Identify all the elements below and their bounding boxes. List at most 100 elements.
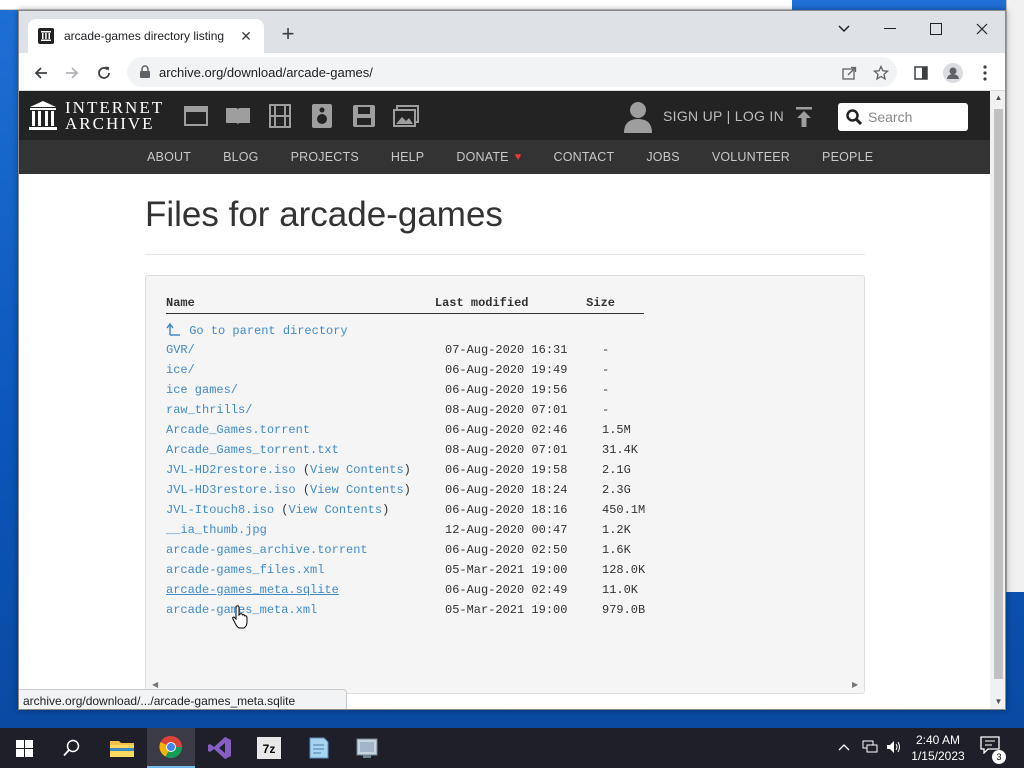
search-input[interactable] — [868, 109, 958, 125]
paren-close: ) — [382, 503, 390, 517]
vertical-scrollbar[interactable]: ▲ ▼ — [990, 91, 1005, 709]
last-modified-cell: 06-Aug-2020 19:56 — [445, 383, 568, 397]
file-link[interactable]: ice games/ — [166, 383, 238, 397]
table-row: JVL-HD2restore.iso (View Contents) 06-Aug… — [166, 460, 662, 480]
file-link[interactable]: arcade-games_archive.torrent — [166, 543, 368, 557]
scroll-right-arrow-icon[interactable]: ▶ — [852, 680, 858, 689]
lock-icon — [139, 65, 151, 79]
file-link[interactable]: __ia_thumb.jpg — [166, 523, 267, 537]
settings-app-icon[interactable] — [343, 728, 391, 768]
up-arrow-icon — [166, 322, 180, 336]
video-film-icon[interactable] — [267, 103, 293, 129]
parent-directory-link[interactable]: Go to parent directory — [166, 322, 348, 338]
bookmark-star-icon[interactable] — [869, 61, 893, 85]
ia-search-box[interactable] — [838, 103, 968, 131]
close-window-button[interactable] — [959, 15, 1005, 43]
notepad-app-icon[interactable] — [294, 728, 342, 768]
browser-tab[interactable]: arcade-games directory listing ✕ — [28, 19, 264, 53]
upload-icon[interactable] — [795, 107, 813, 132]
paren-open: ( — [274, 503, 289, 517]
last-modified-cell: 06-Aug-2020 02:49 — [445, 583, 568, 597]
paren-close: ) — [403, 483, 411, 497]
tab-search-chevron-icon[interactable] — [821, 15, 867, 43]
chrome-icon[interactable] — [147, 728, 195, 768]
volume-icon[interactable] — [886, 740, 902, 757]
last-modified-cell: 06-Aug-2020 18:24 — [445, 483, 568, 497]
profile-avatar-icon[interactable] — [941, 61, 965, 85]
header-name: Name — [166, 296, 195, 310]
table-row: JVL-HD3restore.iso (View Contents) 06-Aug… — [166, 480, 662, 500]
file-link[interactable]: Arcade_Games.torrent — [166, 423, 310, 437]
web-icon[interactable] — [183, 103, 209, 129]
back-arrow-icon[interactable] — [29, 61, 53, 85]
search-button[interactable] — [48, 728, 96, 768]
logo-text-archive: ARCHIVE — [65, 114, 155, 133]
nav-projects[interactable]: PROJECTS — [291, 150, 359, 164]
scroll-up-arrow-icon[interactable]: ▲ — [994, 93, 1003, 102]
view-contents-link[interactable]: View Contents — [288, 503, 382, 517]
nav-people[interactable]: PEOPLE — [822, 150, 873, 164]
7zip-icon[interactable]: 7z — [245, 728, 293, 768]
nav-help[interactable]: HELP — [391, 150, 424, 164]
images-gallery-icon[interactable] — [393, 103, 419, 129]
size-cell: 1.2K — [602, 523, 631, 537]
file-link[interactable]: JVL-HD3restore.iso — [166, 483, 296, 497]
file-link[interactable]: arcade-games_files.xml — [166, 563, 324, 577]
audio-speaker-icon[interactable] — [309, 103, 335, 129]
page-viewport: INTERNET ARCHIVE SIGN UP | LOG IN Search… — [19, 91, 990, 709]
tray-chevron-icon[interactable] — [838, 740, 850, 754]
forward-arrow-icon[interactable] — [60, 61, 84, 85]
nav-blog[interactable]: BLOG — [223, 150, 259, 164]
file-link[interactable]: ice/ — [166, 363, 195, 377]
windows-taskbar: 7z 2:40 AM 1/15/2023 3 — [0, 728, 1024, 768]
nav-contact[interactable]: CONTACT — [553, 150, 614, 164]
file-link[interactable]: raw_thrills/ — [166, 403, 252, 417]
new-tab-button[interactable]: + — [277, 23, 299, 46]
file-link[interactable]: arcade-games_meta.sqlite — [166, 583, 339, 597]
signup-login-link[interactable]: SIGN UP | LOG IN — [663, 108, 784, 124]
file-link[interactable]: Arcade_Games_torrent.txt — [166, 443, 339, 457]
file-link[interactable]: JVL-Itouch8.iso — [166, 503, 274, 517]
software-floppy-icon[interactable] — [351, 103, 377, 129]
view-contents-link[interactable]: View Contents — [310, 483, 404, 497]
minimize-button[interactable] — [867, 15, 913, 43]
file-explorer-icon[interactable] — [98, 728, 146, 768]
user-avatar-icon[interactable] — [623, 101, 653, 138]
scroll-down-arrow-icon[interactable]: ▼ — [994, 697, 1003, 706]
clock[interactable]: 2:40 AM 1/15/2023 — [908, 732, 968, 764]
heart-icon: ♥ — [514, 151, 522, 163]
scroll-left-arrow-icon[interactable]: ◀ — [152, 680, 158, 689]
last-modified-cell: 08-Aug-2020 07:01 — [445, 403, 568, 417]
scrollbar-thumb[interactable] — [994, 109, 1003, 679]
start-button[interactable] — [0, 728, 48, 768]
maximize-button[interactable] — [913, 15, 959, 43]
nav-donate[interactable]: DONATE ♥ — [456, 150, 521, 164]
size-cell: 128.0K — [602, 563, 646, 577]
reload-icon[interactable] — [92, 61, 116, 85]
file-name-cell: arcade-games_meta.sqlite — [166, 583, 445, 597]
last-modified-cell: 06-Aug-2020 02:46 — [445, 423, 568, 437]
file-name-cell: ice/ — [166, 363, 445, 377]
menu-kebab-icon[interactable] — [973, 61, 997, 85]
nav-volunteer[interactable]: VOLUNTEER — [712, 150, 790, 164]
nav-jobs[interactable]: JOBS — [646, 150, 679, 164]
last-modified-cell: 08-Aug-2020 07:01 — [445, 443, 568, 457]
share-icon[interactable] — [837, 61, 861, 85]
size-cell: 31.4K — [602, 443, 639, 457]
ia-top-bar: INTERNET ARCHIVE SIGN UP | LOG IN Search — [19, 91, 990, 140]
file-link[interactable]: GVR/ — [166, 343, 195, 357]
view-contents-link[interactable]: View Contents — [310, 463, 404, 477]
side-panel-icon[interactable] — [909, 61, 933, 85]
title-divider — [145, 254, 865, 255]
nav-about[interactable]: ABOUT — [147, 150, 191, 164]
taskbar-search-icon — [63, 739, 80, 757]
tab-close-icon[interactable]: ✕ — [238, 28, 254, 45]
last-modified-cell: 05-Mar-2021 19:00 — [445, 563, 568, 577]
file-link[interactable]: JVL-HD2restore.iso — [166, 463, 296, 477]
network-icon[interactable] — [862, 740, 878, 757]
table-row: arcade-games_files.xml 05-Mar-2021 19:00 1… — [166, 560, 662, 580]
internet-archive-logo[interactable]: INTERNET ARCHIVE — [29, 99, 164, 133]
address-bar[interactable]: archive.org/download/arcade-games/ — [127, 57, 897, 87]
texts-book-icon[interactable] — [225, 103, 251, 129]
visual-studio-icon[interactable] — [196, 728, 244, 768]
